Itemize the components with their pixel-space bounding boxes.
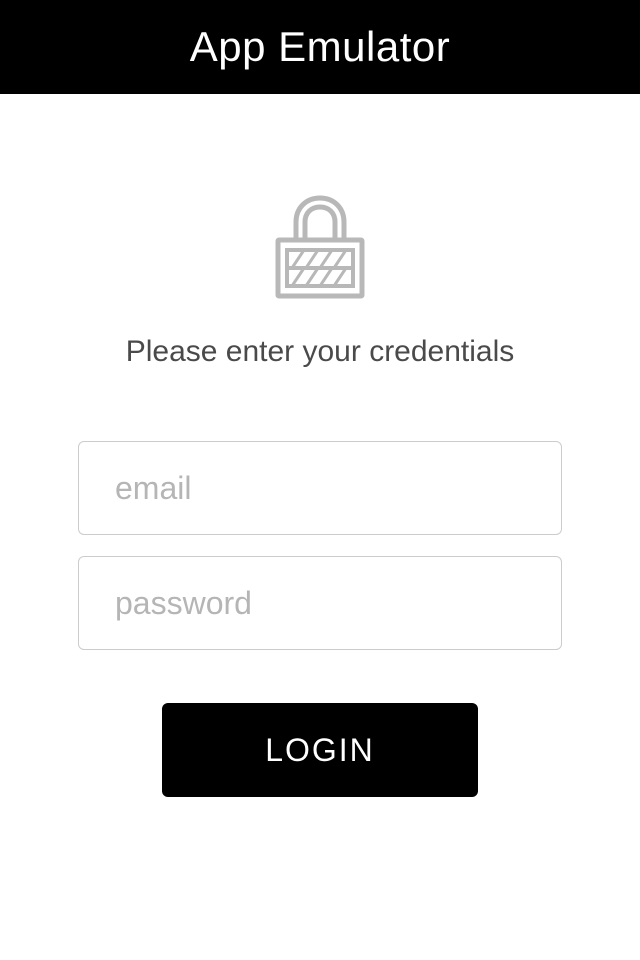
login-content: Please enter your credentials LOGIN bbox=[0, 94, 640, 797]
lock-icon bbox=[274, 194, 366, 305]
instruction-text: Please enter your credentials bbox=[126, 335, 515, 369]
email-field[interactable] bbox=[78, 441, 562, 535]
login-button[interactable]: LOGIN bbox=[162, 703, 478, 797]
password-field[interactable] bbox=[78, 556, 562, 650]
app-header: App Emulator bbox=[0, 0, 640, 94]
login-form: LOGIN bbox=[0, 441, 640, 797]
app-title: App Emulator bbox=[190, 23, 450, 71]
